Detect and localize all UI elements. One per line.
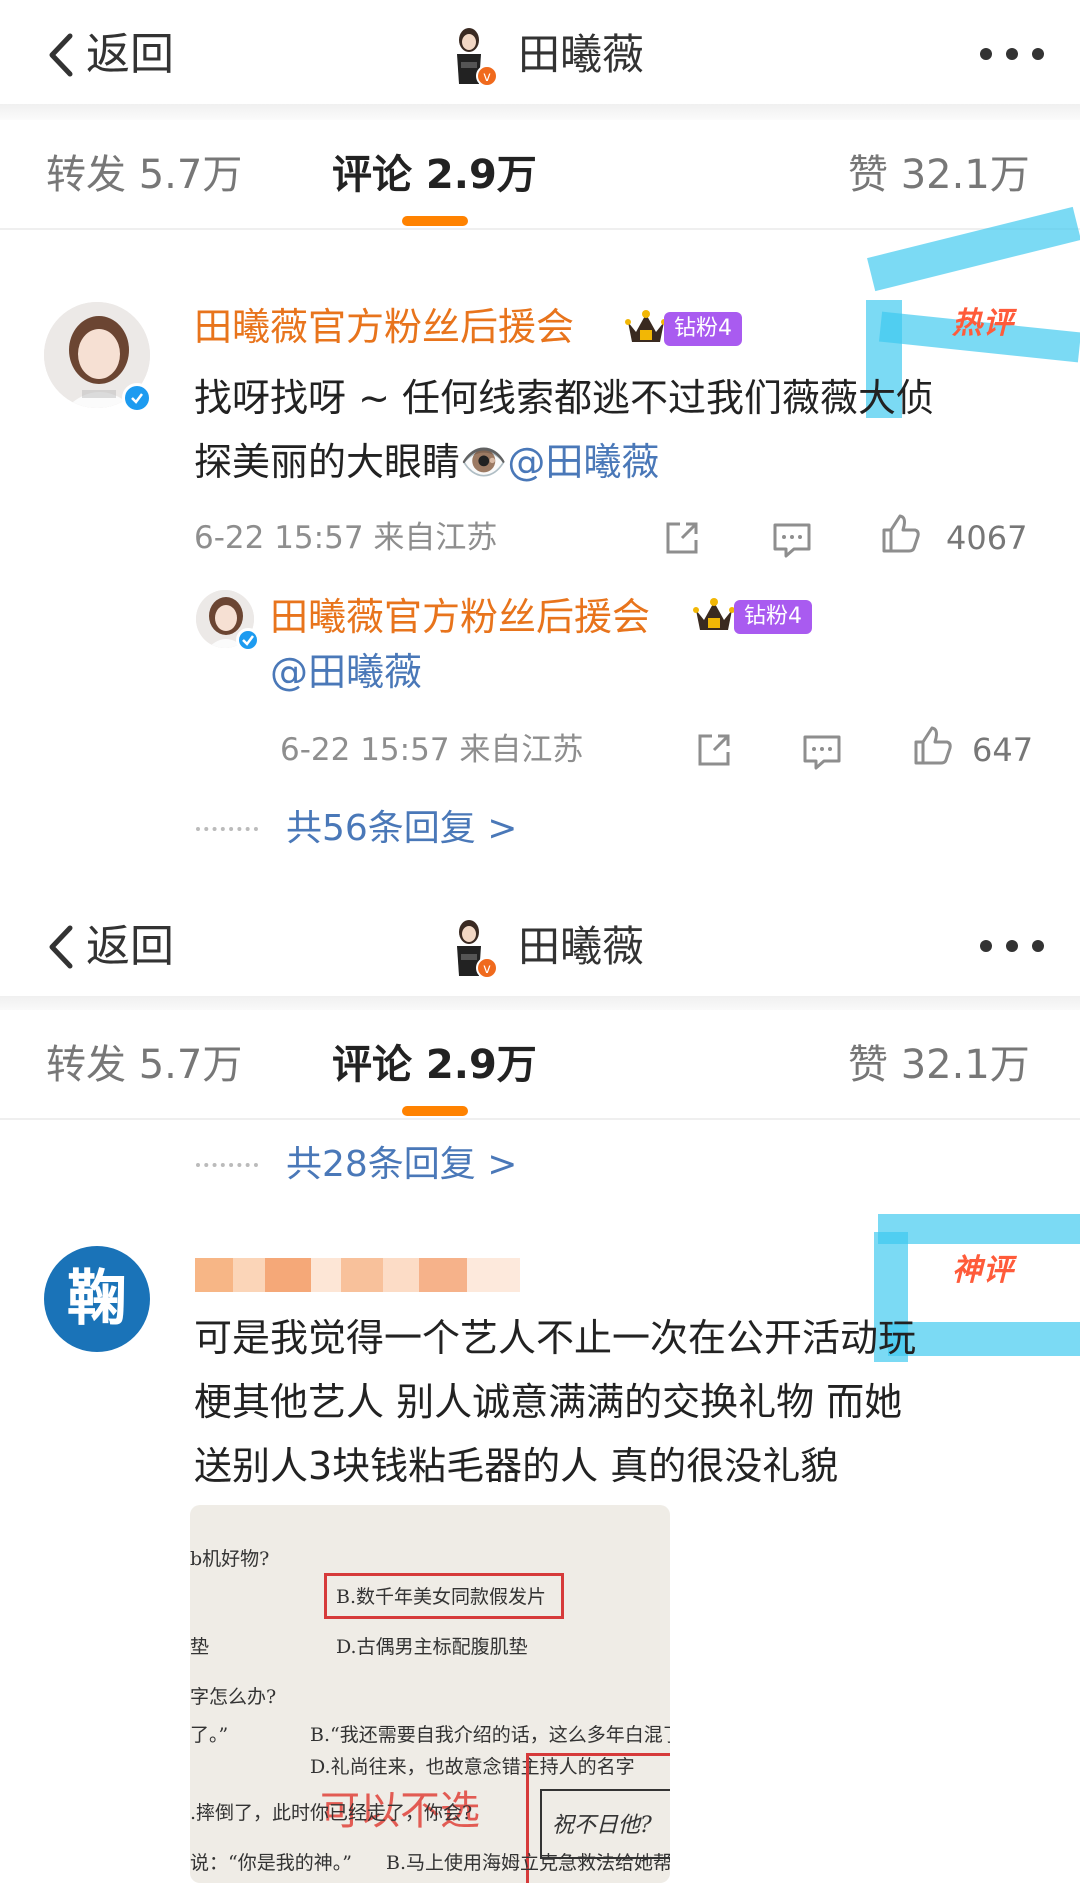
verified-badge-icon	[122, 383, 152, 413]
comment-text: 可是我觉得一个艺人不止一次在公开活动玩 梗其他艺人 别人诚意满满的交换礼物 而她…	[194, 1306, 1054, 1498]
active-tab-indicator	[402, 1106, 468, 1116]
view-replies-link[interactable]: 共56条回复 >	[286, 806, 517, 852]
comment-text-line: 送别人3块钱粘毛器的人 真的很没礼貌	[194, 1444, 839, 1488]
comment-icon[interactable]	[800, 730, 844, 774]
svg-text:v: v	[483, 70, 491, 85]
share-icon[interactable]	[660, 516, 704, 560]
blurred-username	[195, 1258, 520, 1292]
tab-comment[interactable]: 评论 2.9万	[332, 148, 537, 202]
top-nav-1: 返回 v 田曦薇	[0, 0, 1080, 110]
chevron-left-icon	[49, 33, 73, 77]
like-icon[interactable]	[910, 724, 954, 768]
fan-level-badge: 钻粉4	[664, 312, 742, 346]
reply-mention[interactable]: @田曦薇	[270, 640, 422, 704]
photo-question-text: 字怎么办?	[190, 1686, 277, 1708]
photo-option-text: D.古偶男主标配腹肌垫	[336, 1636, 528, 1658]
tab-repost[interactable]: 转发 5.7万	[46, 148, 242, 202]
dotted-leader	[196, 1163, 258, 1167]
comment-text-line: 梗其他艺人 别人诚意满满的交换礼物 而她	[194, 1380, 903, 1424]
crown-icon	[693, 598, 735, 630]
crown-icon	[625, 310, 667, 342]
view-replies-link[interactable]: 共28条回复 >	[286, 1142, 517, 1188]
verified-badge-icon	[236, 628, 260, 652]
tab-bar-2: 转发 5.7万 评论 2.9万 赞 32.1万	[0, 1010, 1080, 1120]
like-count: 4067	[946, 519, 1028, 557]
like-icon[interactable]	[878, 512, 922, 556]
photo-option-text: 垫	[190, 1636, 210, 1658]
tab-like[interactable]: 赞 32.1万	[848, 1038, 1030, 1092]
comment-text-line: 找呀找呀 ~ 任何线索都逃不过我们薇薇大侦	[194, 376, 934, 420]
highlighter-mark	[878, 1214, 1080, 1244]
back-label: 返回	[86, 921, 174, 972]
commenter-avatar[interactable]: 鞠	[44, 1246, 150, 1352]
reply-meta: 6-22 15:57 来自江苏	[280, 732, 584, 768]
tab-bar-1: 转发 5.7万 评论 2.9万 赞 32.1万	[0, 120, 1080, 230]
nav-title: 田曦薇	[518, 30, 645, 79]
tab-like[interactable]: 赞 32.1万	[848, 148, 1030, 202]
back-label: 返回	[86, 29, 174, 80]
active-tab-indicator	[402, 216, 468, 226]
fan-level-badge: 钻粉4	[734, 600, 812, 634]
mention-link[interactable]: @田曦薇	[507, 440, 659, 484]
comment-image[interactable]: b机好物? B.数千年美女同款假发片 垫 D.古偶男主标配腹肌垫 字怎么办? 了…	[190, 1505, 670, 1883]
chevron-left-icon	[49, 925, 73, 969]
more-options-icon[interactable]	[980, 940, 1044, 952]
svg-text:v: v	[483, 962, 491, 977]
god-comment-tag: 神评	[952, 1253, 1014, 1288]
back-button[interactable]: 返回	[44, 30, 174, 80]
tab-repost[interactable]: 转发 5.7万	[46, 1038, 242, 1092]
comment-text-fragment: 探美丽的大眼睛👁️	[194, 440, 508, 484]
hot-comment-tag: 热评	[952, 306, 1014, 341]
nav-title: 田曦薇	[518, 922, 645, 971]
like-count: 647	[972, 731, 1034, 769]
dotted-leader	[196, 827, 258, 831]
share-icon[interactable]	[692, 728, 736, 772]
photo-handwriting: 祝不日他?	[552, 1813, 652, 1838]
profile-avatar-icon[interactable]: v	[445, 916, 499, 982]
tab-comment[interactable]: 评论 2.9万	[332, 1038, 537, 1092]
profile-avatar-icon[interactable]: v	[445, 24, 499, 90]
comment-icon[interactable]	[770, 518, 814, 562]
photo-option-text: B.数千年美女同款假发片	[336, 1586, 547, 1608]
back-button[interactable]: 返回	[44, 922, 174, 972]
photo-option-text: 说：“你是我的神。”	[190, 1852, 352, 1874]
photo-option-text: B.马上使用海姆立克急救法给她帮	[386, 1852, 670, 1874]
photo-option-text: B.“我还需要自我介绍的话，这么多年白混了。”	[310, 1724, 670, 1746]
comment-meta: 6-22 15:57 来自江苏	[194, 520, 498, 556]
photo-question-text: .摔倒了，此时你已经走了，你会?	[190, 1802, 473, 1824]
more-options-icon[interactable]	[980, 48, 1044, 60]
photo-question-text: b机好物?	[190, 1548, 270, 1570]
comment-text: 找呀找呀 ~ 任何线索都逃不过我们薇薇大侦 探美丽的大眼睛👁️@田曦薇	[194, 366, 1044, 494]
photo-option-text: 了。”	[190, 1724, 229, 1746]
avatar-character: 鞠	[67, 1264, 127, 1334]
comment-text-line: 探美丽的大眼睛👁️@田曦薇	[194, 430, 1044, 494]
reply-username[interactable]: 田曦薇官方粉丝后援会	[270, 592, 650, 642]
comment-text-line: 可是我觉得一个艺人不止一次在公开活动玩	[194, 1316, 917, 1360]
comment-username[interactable]: 田曦薇官方粉丝后援会	[194, 302, 574, 352]
top-nav-2: 返回 v 田曦薇	[0, 892, 1080, 1002]
